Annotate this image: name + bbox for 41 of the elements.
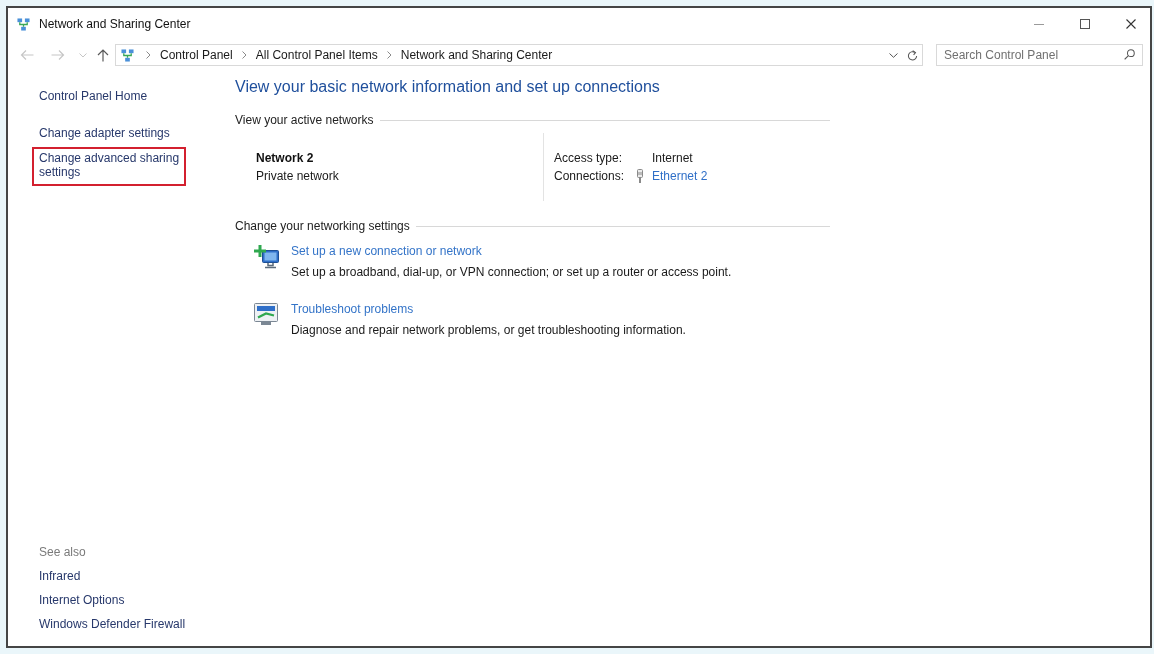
chevron-icon[interactable]: [241, 51, 247, 59]
minimize-icon[interactable]: [1034, 23, 1044, 25]
address-bar[interactable]: Control Panel All Control Panel Items Network and Sharing Center: [115, 44, 923, 66]
sidebar-link[interactable]: Change adapter settings: [32, 122, 175, 147]
task-link[interactable]: Troubleshoot problems: [291, 299, 686, 320]
dropdown-caret-icon[interactable]: [889, 52, 898, 58]
monitor-plus-icon[interactable]: [254, 245, 280, 269]
up-arrow-icon[interactable]: [97, 48, 109, 62]
connection-link[interactable]: Ethernet 2: [652, 167, 708, 185]
network-category: Private network: [256, 168, 340, 185]
search-icon[interactable]: [1124, 49, 1135, 60]
maximize-icon[interactable]: [1080, 19, 1090, 29]
close-icon[interactable]: [1126, 19, 1136, 29]
connections-label: Connections:: [554, 168, 626, 185]
refresh-icon[interactable]: [907, 49, 918, 61]
breadcrumb-link[interactable]: All Control Panel Items: [255, 47, 378, 63]
search-field[interactable]: Search Control Panel: [936, 44, 1143, 66]
monitor-icon[interactable]: [254, 303, 278, 325]
see-also-link[interactable]: Windows Defender Firewall: [39, 616, 186, 632]
section-heading: Change your networking settings: [235, 218, 410, 234]
network-icon: [121, 48, 134, 62]
chevron-icon[interactable]: [146, 51, 151, 59]
access-type-label: Access type:: [554, 150, 624, 167]
task-description: Set up a broadband, dial-up, or VPN connection; or set up a router or access point.: [291, 264, 732, 281]
sidebar-link[interactable]: Control Panel Home: [32, 85, 153, 110]
see-also-link[interactable]: Internet Options: [39, 592, 125, 608]
chevron-icon[interactable]: [386, 51, 392, 59]
sidebar-link[interactable]: Change advanced sharing settings: [32, 147, 186, 186]
task-link[interactable]: Set up a new connection or network: [291, 241, 732, 262]
section-heading: View your active networks: [235, 112, 374, 128]
see-also-link[interactable]: Infrared: [39, 568, 81, 584]
access-type-value: Internet: [652, 150, 694, 167]
breadcrumb-link[interactable]: Control Panel: [160, 47, 233, 63]
window-title: Network and Sharing Center: [39, 16, 191, 32]
task-description: Diagnose and repair network problems, or get troubleshooting information.: [291, 322, 686, 339]
plug-icon: [636, 169, 644, 183]
page-heading: View your basic network information and set up connections: [235, 77, 661, 97]
network-icon: [17, 17, 30, 31]
network-name: Network 2: [256, 150, 315, 167]
see-also-heading: See also: [39, 544, 86, 560]
breadcrumb-link[interactable]: Network and Sharing Center: [400, 47, 553, 63]
